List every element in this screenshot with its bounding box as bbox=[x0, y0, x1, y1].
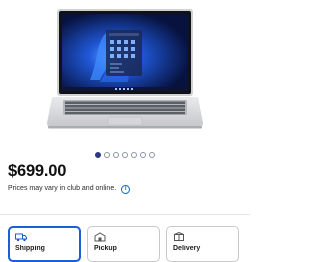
carousel-dot[interactable] bbox=[140, 152, 146, 158]
card-label: Pickup bbox=[94, 245, 117, 252]
divider bbox=[0, 214, 250, 215]
price-note-row: Prices may vary in club and online. i bbox=[8, 184, 131, 194]
fulfillment-card-delivery[interactable]: Delivery bbox=[166, 226, 239, 262]
carousel-dot[interactable] bbox=[104, 152, 110, 158]
carousel-dot[interactable] bbox=[113, 152, 119, 158]
image-carousel-dots bbox=[0, 152, 250, 158]
carousel-dot[interactable] bbox=[95, 152, 101, 158]
carousel-dot[interactable] bbox=[122, 152, 128, 158]
truck-icon bbox=[15, 233, 27, 242]
info-icon[interactable]: i bbox=[121, 184, 131, 194]
fulfillment-card-pickup[interactable]: Pickup bbox=[87, 226, 160, 262]
pickup-icon bbox=[94, 232, 106, 242]
fulfillment-options: Shipping Pickup Delivery bbox=[8, 226, 239, 262]
carousel-dot[interactable] bbox=[131, 152, 137, 158]
laptop-image bbox=[47, 9, 203, 129]
card-label: Shipping bbox=[15, 245, 45, 252]
card-label: Delivery bbox=[173, 245, 201, 252]
fulfillment-card-shipping[interactable]: Shipping bbox=[8, 226, 81, 262]
carousel-dot[interactable] bbox=[149, 152, 155, 158]
product-image[interactable] bbox=[0, 0, 250, 145]
delivery-icon bbox=[174, 232, 184, 241]
price-disclaimer: Prices may vary in club and online. bbox=[8, 185, 117, 192]
price: $699.00 bbox=[8, 162, 67, 180]
